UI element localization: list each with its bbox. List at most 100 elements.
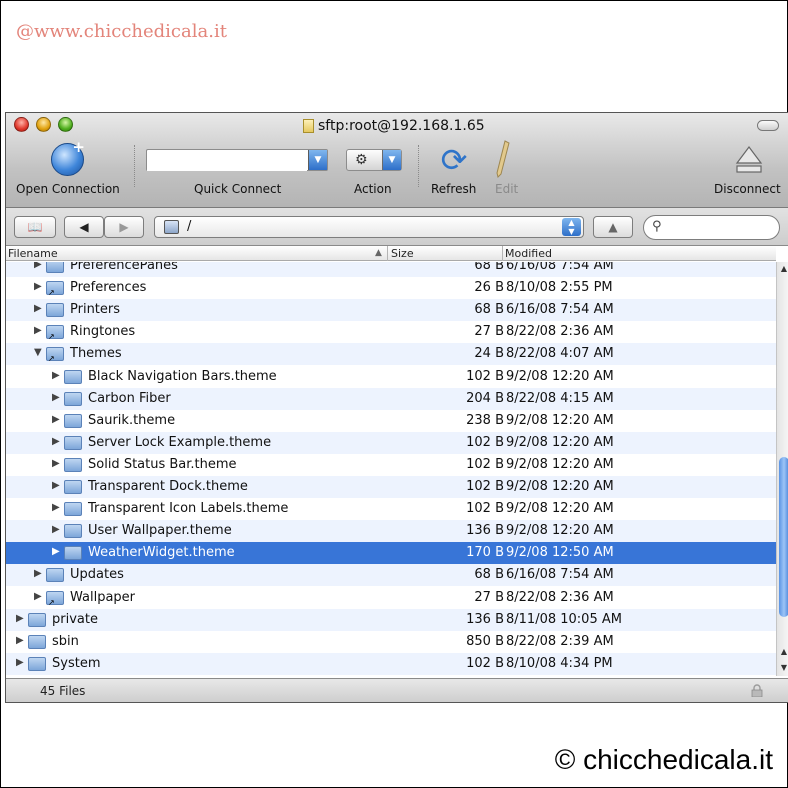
- action-button[interactable]: ⚙ ▼: [346, 149, 402, 171]
- file-row[interactable]: ▶ Saurik.theme 238 B 9/2/08 12:20 AM: [6, 409, 776, 432]
- file-row[interactable]: ▶ Transparent Dock.theme 102 B 9/2/08 12:20…: [6, 476, 776, 498]
- file-row[interactable]: ▶ sbin 850 B 8/22/08 2:39 AM: [6, 630, 776, 653]
- folder-icon: [64, 413, 82, 428]
- disclosure-collapsed-icon[interactable]: ▶: [16, 613, 24, 624]
- disclosure-collapsed-icon[interactable]: ▶: [34, 262, 42, 270]
- disk-icon: [164, 220, 179, 234]
- scroll-thumb[interactable]: [779, 457, 788, 617]
- vertical-scrollbar[interactable]: ▲ ▲ ▼: [776, 262, 788, 676]
- file-row[interactable]: ▶ Black Navigation Bars.theme 102 B 9/2/08 …: [6, 365, 776, 388]
- file-row[interactable]: ▶ User Wallpaper.theme 136 B 9/2/08 12:20 A…: [6, 520, 776, 543]
- disclosure-collapsed-icon[interactable]: ▶: [34, 591, 42, 602]
- disclosure-collapsed-icon[interactable]: ▶: [52, 480, 60, 491]
- search-field[interactable]: ⚲: [643, 215, 780, 240]
- file-size: 102 B: [466, 501, 504, 517]
- folder-icon: [64, 524, 82, 539]
- scroll-down-arrow-icon[interactable]: ▼: [777, 660, 788, 676]
- file-name: Transparent Icon Labels.theme: [88, 501, 289, 517]
- column-size[interactable]: Size: [391, 246, 501, 261]
- disclosure-collapsed-icon[interactable]: ▶: [52, 392, 60, 403]
- file-row[interactable]: ▼ Themes 24 B8/22/08 4:07 AM: [6, 343, 776, 366]
- disclosure-collapsed-icon[interactable]: ▶: [52, 370, 60, 381]
- file-name: Updates: [70, 567, 124, 583]
- disclosure-collapsed-icon[interactable]: ▶: [16, 657, 24, 668]
- file-row[interactable]: ▶ WeatherWidget.theme 170 B 9/2/08 12:50 AM: [6, 542, 776, 565]
- disclosure-collapsed-icon[interactable]: ▶: [52, 546, 60, 557]
- disconnect-label[interactable]: Disconnect: [714, 182, 781, 196]
- disclosure-collapsed-icon[interactable]: ▶: [52, 458, 60, 469]
- file-row[interactable]: ▶ Printers 68 B 6/16/08 7:54 AM: [6, 299, 776, 322]
- file-row[interactable]: ▶ Carbon Fiber 204 B 8/22/08 4:15 AM: [6, 387, 776, 410]
- quick-connect-dropdown-icon[interactable]: ▼: [308, 150, 327, 170]
- eject-icon[interactable]: [734, 145, 764, 175]
- folder-icon: [46, 303, 64, 318]
- minimize-window-button[interactable]: [36, 117, 51, 132]
- file-size: 102 B: [466, 479, 504, 494]
- toolbar-toggle-button[interactable]: [757, 120, 779, 131]
- disclosure-collapsed-icon[interactable]: ▶: [34, 325, 42, 336]
- file-row[interactable]: ▶ Solid Status Bar.theme 102 B 9/2/08 12:20…: [6, 453, 776, 476]
- file-modified: 6/16/08 7:54 AM: [506, 262, 614, 273]
- disclosure-collapsed-icon[interactable]: ▶: [34, 281, 42, 292]
- file-row[interactable]: ▶ Updates 68 B 6/16/08 7:54 AM: [6, 564, 776, 587]
- search-icon: ⚲: [652, 219, 662, 234]
- file-modified: 8/22/08 2:36 AM: [506, 589, 614, 605]
- disclosure-collapsed-icon[interactable]: ▶: [52, 436, 60, 447]
- file-row[interactable]: ▶ Ringtones 27 B8/22/08 2:36 AM: [6, 321, 776, 344]
- file-name: PreferencePanes: [70, 262, 178, 273]
- bookmarks-button[interactable]: 📖: [14, 216, 56, 238]
- folder-icon: [28, 612, 46, 627]
- disclosure-collapsed-icon[interactable]: ▶: [34, 303, 42, 314]
- quick-connect-input[interactable]: [147, 151, 307, 171]
- open-connection-icon[interactable]: [51, 138, 85, 176]
- file-row[interactable]: ▶ PreferencePanes 68 B 6/16/08 7:54 AM: [6, 262, 776, 277]
- file-size: 102 B: [466, 368, 504, 384]
- pencil-icon[interactable]: [496, 140, 510, 180]
- gear-icon: ⚙: [355, 152, 368, 168]
- file-size: 68 B: [474, 262, 504, 273]
- folder-icon: [46, 262, 64, 273]
- disclosure-collapsed-icon[interactable]: ▶: [52, 502, 60, 513]
- file-row[interactable]: ▶ Transparent Icon Labels.theme 102 B 9/2/0…: [6, 498, 776, 521]
- lock-icon: [751, 684, 763, 697]
- forward-button[interactable]: ▶: [104, 216, 144, 238]
- file-modified: 9/2/08 12:20 AM: [506, 368, 614, 384]
- column-separator: [502, 246, 503, 261]
- disclosure-collapsed-icon[interactable]: ▶: [34, 568, 42, 579]
- open-connection-label[interactable]: Open Connection: [16, 182, 120, 196]
- disclosure-collapsed-icon[interactable]: ▶: [52, 524, 60, 535]
- file-name: Saurik.theme: [88, 412, 176, 428]
- refresh-icon[interactable]: ⟳: [438, 143, 470, 177]
- file-modified: 6/16/08 7:54 AM: [506, 302, 614, 318]
- file-row[interactable]: ▶ Preferences 26 B8/10/08 2:55 PM: [6, 277, 776, 300]
- file-modified: 9/2/08 12:20 AM: [506, 523, 614, 539]
- file-modified: 8/22/08 2:39 AM: [506, 633, 614, 649]
- disclosure-collapsed-icon[interactable]: ▶: [16, 635, 24, 646]
- file-modified: 9/2/08 12:20 AM: [506, 479, 614, 494]
- quick-connect-field[interactable]: ▼: [146, 149, 328, 171]
- column-filename[interactable]: Filename: [8, 246, 383, 261]
- scroll-top-icon[interactable]: ▲: [777, 262, 788, 276]
- file-row[interactable]: ▶ Server Lock Example.theme 102 B 9/2/08 12…: [6, 431, 776, 454]
- parent-directory-button[interactable]: ▲: [593, 216, 633, 238]
- action-label: Action: [354, 182, 392, 196]
- column-modified[interactable]: Modified: [505, 246, 775, 261]
- file-size: 136 B: [466, 611, 504, 627]
- file-row[interactable]: ▶ private 136 B 8/11/08 10:05 AM: [6, 608, 776, 631]
- scroll-up-arrow-icon[interactable]: ▲: [777, 644, 788, 660]
- file-list[interactable]: ▶PreferencePanes68 B6/16/08 7:54 AM▶Pref…: [6, 262, 776, 676]
- stepper-arrows-icon[interactable]: ▲ ▼: [562, 218, 581, 236]
- path-selector[interactable]: / ▲ ▼: [154, 216, 584, 238]
- disclosure-expanded-icon[interactable]: ▼: [34, 347, 42, 358]
- file-modified: 9/2/08 12:20 AM: [506, 501, 614, 517]
- edit-label[interactable]: Edit: [495, 182, 518, 196]
- zoom-window-button[interactable]: [58, 117, 73, 132]
- file-row[interactable]: ▶ System 102 B 8/10/08 4:34 PM: [6, 652, 776, 675]
- close-window-button[interactable]: [14, 117, 29, 132]
- refresh-label[interactable]: Refresh: [431, 182, 476, 196]
- disclosure-collapsed-icon[interactable]: ▶: [52, 414, 60, 425]
- search-input[interactable]: [670, 219, 770, 236]
- file-name: Themes: [70, 346, 122, 362]
- file-row[interactable]: ▶ Wallpaper 27 B8/22/08 2:36 AM: [6, 586, 776, 609]
- back-button[interactable]: ◀: [64, 216, 104, 238]
